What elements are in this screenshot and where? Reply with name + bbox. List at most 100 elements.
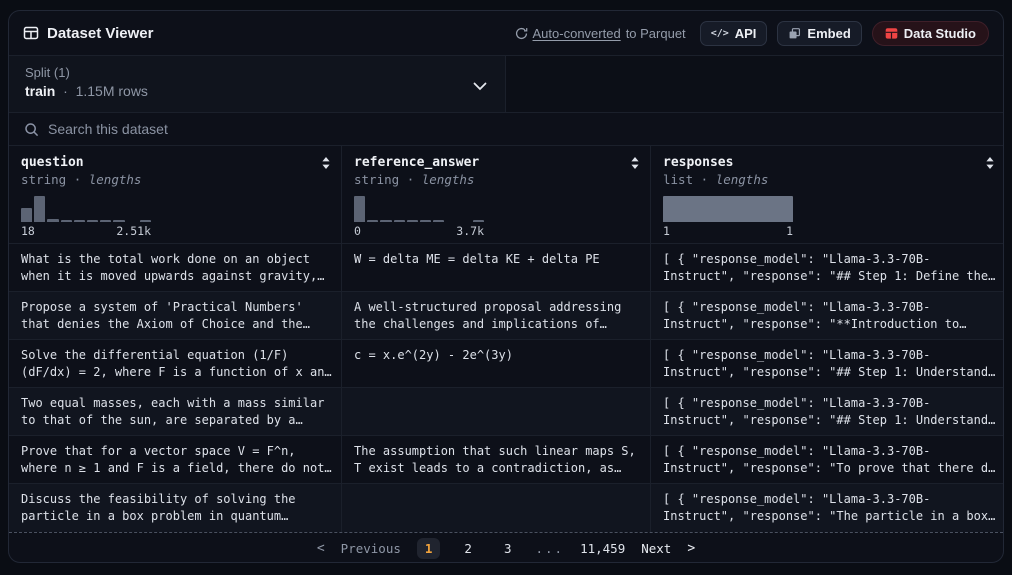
table-row: Propose a system of 'Practical Numbers' … — [9, 292, 1003, 340]
histogram-bar — [420, 220, 431, 222]
pagination-previous[interactable]: Previous — [341, 541, 401, 556]
sort-icon[interactable] — [985, 156, 995, 170]
column-header-responses: responses list · lengths 1 1 — [651, 146, 1004, 243]
column-type: string · lengths — [354, 172, 640, 187]
histogram-bar — [34, 196, 45, 222]
cell-reference-answer[interactable]: c = x.e^(2y) - 2e^(3y) — [342, 340, 651, 387]
pagination-page-1[interactable]: 1 — [417, 538, 441, 559]
column-name: question — [21, 155, 84, 170]
column-header-reference-answer: reference_answer string · lengths 0 3.7k — [342, 146, 651, 243]
data-studio-button[interactable]: Data Studio — [872, 21, 989, 46]
search-icon — [24, 122, 39, 137]
split-separator: · — [63, 83, 68, 99]
sort-icon[interactable] — [630, 156, 640, 170]
viewer-header: Dataset Viewer Auto-converted to Parquet… — [9, 11, 1003, 56]
histogram-bar — [61, 220, 72, 222]
auto-converted-suffix: to Parquet — [626, 26, 686, 41]
embed-button[interactable]: Embed — [777, 21, 861, 46]
split-selector[interactable]: Split (1) train · 1.15M rows — [9, 56, 506, 112]
histogram-bar — [394, 220, 405, 222]
histogram-max-label: 3.7k — [456, 224, 484, 238]
cell-responses[interactable]: [ { "response_model": "Llama-3.3-70B-Ins… — [651, 244, 1004, 291]
histogram-bar — [407, 220, 418, 222]
cell-question[interactable]: Discuss the feasibility of solving the p… — [9, 484, 342, 532]
column-headers: question string · lengths 18 2.51k refer… — [9, 146, 1003, 244]
histogram-bar — [367, 220, 378, 222]
column-header-question: question string · lengths 18 2.51k — [9, 146, 342, 243]
cell-responses[interactable]: [ { "response_model": "Llama-3.3-70B-Ins… — [651, 292, 1004, 339]
cell-question[interactable]: What is the total work done on an object… — [9, 244, 342, 291]
histogram-max-label: 1 — [786, 224, 793, 238]
auto-converted-note: Auto-converted to Parquet — [515, 26, 686, 41]
pagination-last-page[interactable]: 11,459 — [580, 541, 625, 556]
cell-reference-answer[interactable]: The assumption that such linear maps S, … — [342, 436, 651, 483]
cell-responses[interactable]: [ { "response_model": "Llama-3.3-70B-Ins… — [651, 340, 1004, 387]
chevron-left-icon: < — [317, 541, 325, 556]
refresh-icon — [515, 27, 528, 40]
cell-question[interactable]: Solve the differential equation (1/F) (d… — [9, 340, 342, 387]
table-row: Solve the differential equation (1/F) (d… — [9, 340, 1003, 388]
table-row: Two equal masses, each with a mass simil… — [9, 388, 1003, 436]
histogram-max-label: 2.51k — [116, 224, 151, 238]
histogram-min-label: 1 — [663, 224, 670, 238]
histogram-bar — [380, 220, 391, 222]
table-grid-icon — [23, 25, 39, 41]
api-button-label: API — [735, 26, 757, 41]
code-icon: </> — [711, 28, 729, 39]
length-histogram — [21, 196, 151, 222]
table-row: Discuss the feasibility of solving the p… — [9, 484, 1003, 532]
page-title: Dataset Viewer — [47, 25, 153, 42]
histogram-bar — [663, 196, 793, 222]
cell-reference-answer[interactable] — [342, 484, 651, 532]
table-row: What is the total work done on an object… — [9, 244, 1003, 292]
histogram-bar — [113, 220, 124, 222]
length-histogram — [663, 196, 793, 222]
pagination-page-3[interactable]: 3 — [496, 538, 520, 559]
split-count-label: Split (1) — [25, 65, 489, 80]
histogram-bar — [473, 220, 484, 222]
cell-reference-answer[interactable]: W = delta ME = delta KE + delta PE — [342, 244, 651, 291]
cell-reference-answer[interactable] — [342, 388, 651, 435]
chevron-right-icon: > — [687, 541, 695, 556]
pagination-next[interactable]: Next — [641, 541, 671, 556]
pagination-bar: < Previous 1 2 3 ... 11,459 Next > — [9, 532, 1003, 563]
histogram-bar — [433, 220, 444, 222]
copy-icon — [788, 27, 801, 40]
split-row-filler — [506, 56, 1003, 112]
histogram-min-label: 0 — [354, 224, 361, 238]
embed-button-label: Embed — [807, 26, 850, 41]
column-name: responses — [663, 155, 733, 170]
histogram-bar — [47, 219, 58, 222]
histogram-bar — [140, 220, 151, 222]
length-histogram — [354, 196, 484, 222]
histogram-min-label: 18 — [21, 224, 35, 238]
column-type: list · lengths — [663, 172, 995, 187]
search-input[interactable] — [48, 121, 988, 137]
auto-converted-link[interactable]: Auto-converted — [533, 26, 621, 41]
table-row: Prove that for a vector space V = F^n, w… — [9, 436, 1003, 484]
cell-reference-answer[interactable]: A well-structured proposal addressing th… — [342, 292, 651, 339]
pagination-ellipsis: ... — [535, 541, 564, 556]
cell-question[interactable]: Propose a system of 'Practical Numbers' … — [9, 292, 342, 339]
histogram-bar — [354, 196, 365, 222]
histogram-bar — [87, 220, 98, 222]
data-studio-button-label: Data Studio — [904, 26, 976, 41]
split-name: train — [25, 83, 55, 99]
pagination-page-2[interactable]: 2 — [456, 538, 480, 559]
cell-responses[interactable]: [ { "response_model": "Llama-3.3-70B-Ins… — [651, 436, 1004, 483]
split-value: train · 1.15M rows — [25, 83, 489, 99]
api-button[interactable]: </> API — [700, 21, 768, 46]
histogram-bar — [21, 208, 32, 222]
column-name: reference_answer — [354, 155, 479, 170]
search-bar — [9, 113, 1003, 146]
column-type: string · lengths — [21, 172, 331, 187]
histogram-bar — [100, 220, 111, 222]
cell-question[interactable]: Two equal masses, each with a mass simil… — [9, 388, 342, 435]
dataset-viewer-card: Dataset Viewer Auto-converted to Parquet… — [8, 10, 1004, 563]
sort-icon[interactable] — [321, 156, 331, 170]
cell-responses[interactable]: [ { "response_model": "Llama-3.3-70B-Ins… — [651, 484, 1004, 532]
histogram-bar — [74, 220, 85, 222]
cell-question[interactable]: Prove that for a vector space V = F^n, w… — [9, 436, 342, 483]
chevron-down-icon — [473, 82, 487, 91]
cell-responses[interactable]: [ { "response_model": "Llama-3.3-70B-Ins… — [651, 388, 1004, 435]
